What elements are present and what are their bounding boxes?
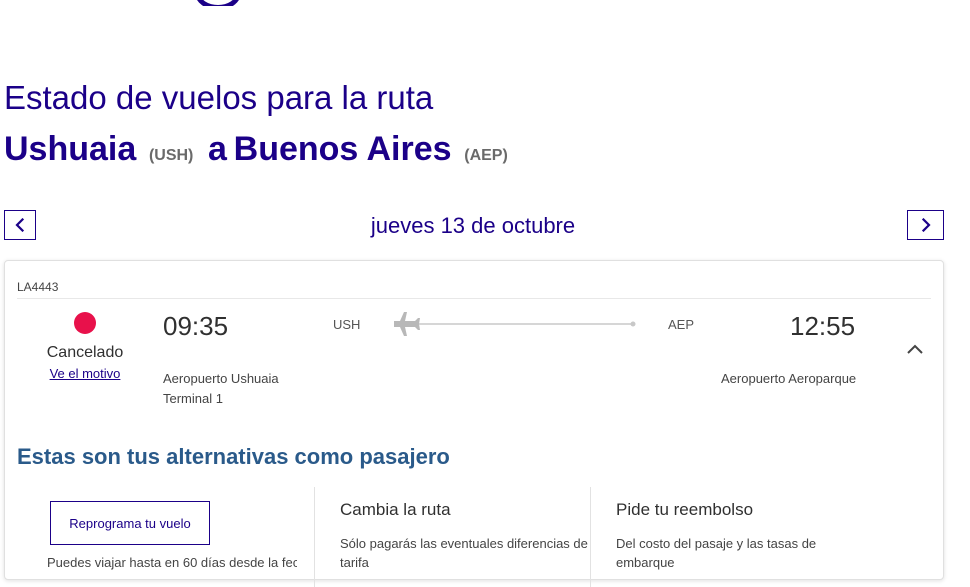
refund-description: Del costo del pasaje y las tasas de emba… — [616, 536, 817, 570]
card-divider — [17, 298, 931, 299]
cancelled-status-dot — [74, 312, 96, 334]
chevron-up-icon[interactable] — [905, 341, 925, 357]
refund-title: Pide tu reembolso — [616, 500, 754, 519]
destination-code: (AEP) — [464, 147, 508, 164]
change-route-title: Cambia la ruta — [340, 500, 451, 519]
destination-city: Buenos Aires — [233, 130, 452, 168]
alternative-reschedule: Reprograma tu vuelo Puedes viajar hasta … — [17, 487, 313, 587]
reschedule-flight-button[interactable]: Reprograma tu vuelo — [50, 501, 210, 545]
departure-terminal: Terminal 1 — [163, 391, 223, 406]
plane-icon — [394, 312, 420, 336]
selected-date: jueves 13 de octubre — [370, 213, 576, 238]
origin-code: (USH) — [148, 147, 194, 164]
origin-city: Ushuaia — [4, 130, 137, 168]
alternative-refund: Pide tu reembolso Del costo del pasaje y… — [590, 487, 891, 587]
route-title: Ushuaia (USH) a Buenos Aires (AEP) — [4, 128, 516, 177]
change-route-description: Sólo pagarás las eventuales diferencias … — [340, 536, 588, 570]
alternative-change-route: Cambia la ruta Sólo pagarás las eventual… — [314, 487, 591, 587]
route-connector: a — [208, 130, 227, 168]
alternatives-title: Estas son tus alternativas como pasajero — [17, 444, 450, 469]
flight-status: Cancelado — [46, 344, 124, 361]
see-reason-link[interactable]: Ve el motivo — [25, 366, 145, 381]
logo-text: '' '''' ''' — [0, 0, 70, 6]
flight-number: LA4443 — [17, 280, 59, 294]
arrival-time: 12:55 — [790, 311, 856, 341]
brand-logo[interactable]: '' '''' ''' — [0, 0, 260, 6]
page-title: Estado de vuelos para la ruta — [4, 79, 434, 116]
chevron-right-icon — [921, 218, 931, 232]
arrival-code: AEP — [668, 317, 695, 332]
arrival-airport: Aeropuerto Aeroparque — [721, 371, 857, 386]
flight-path — [394, 312, 636, 336]
next-day-button[interactable] — [907, 210, 944, 240]
departure-code: USH — [333, 317, 361, 332]
departure-time: 09:35 — [163, 311, 229, 341]
logo-mark-icon — [195, 0, 241, 6]
flight-card: LA4443 Cancelado Ve el motivo 09:35 USH … — [4, 260, 944, 587]
departure-airport: Aeropuerto Ushuaia — [163, 371, 279, 386]
